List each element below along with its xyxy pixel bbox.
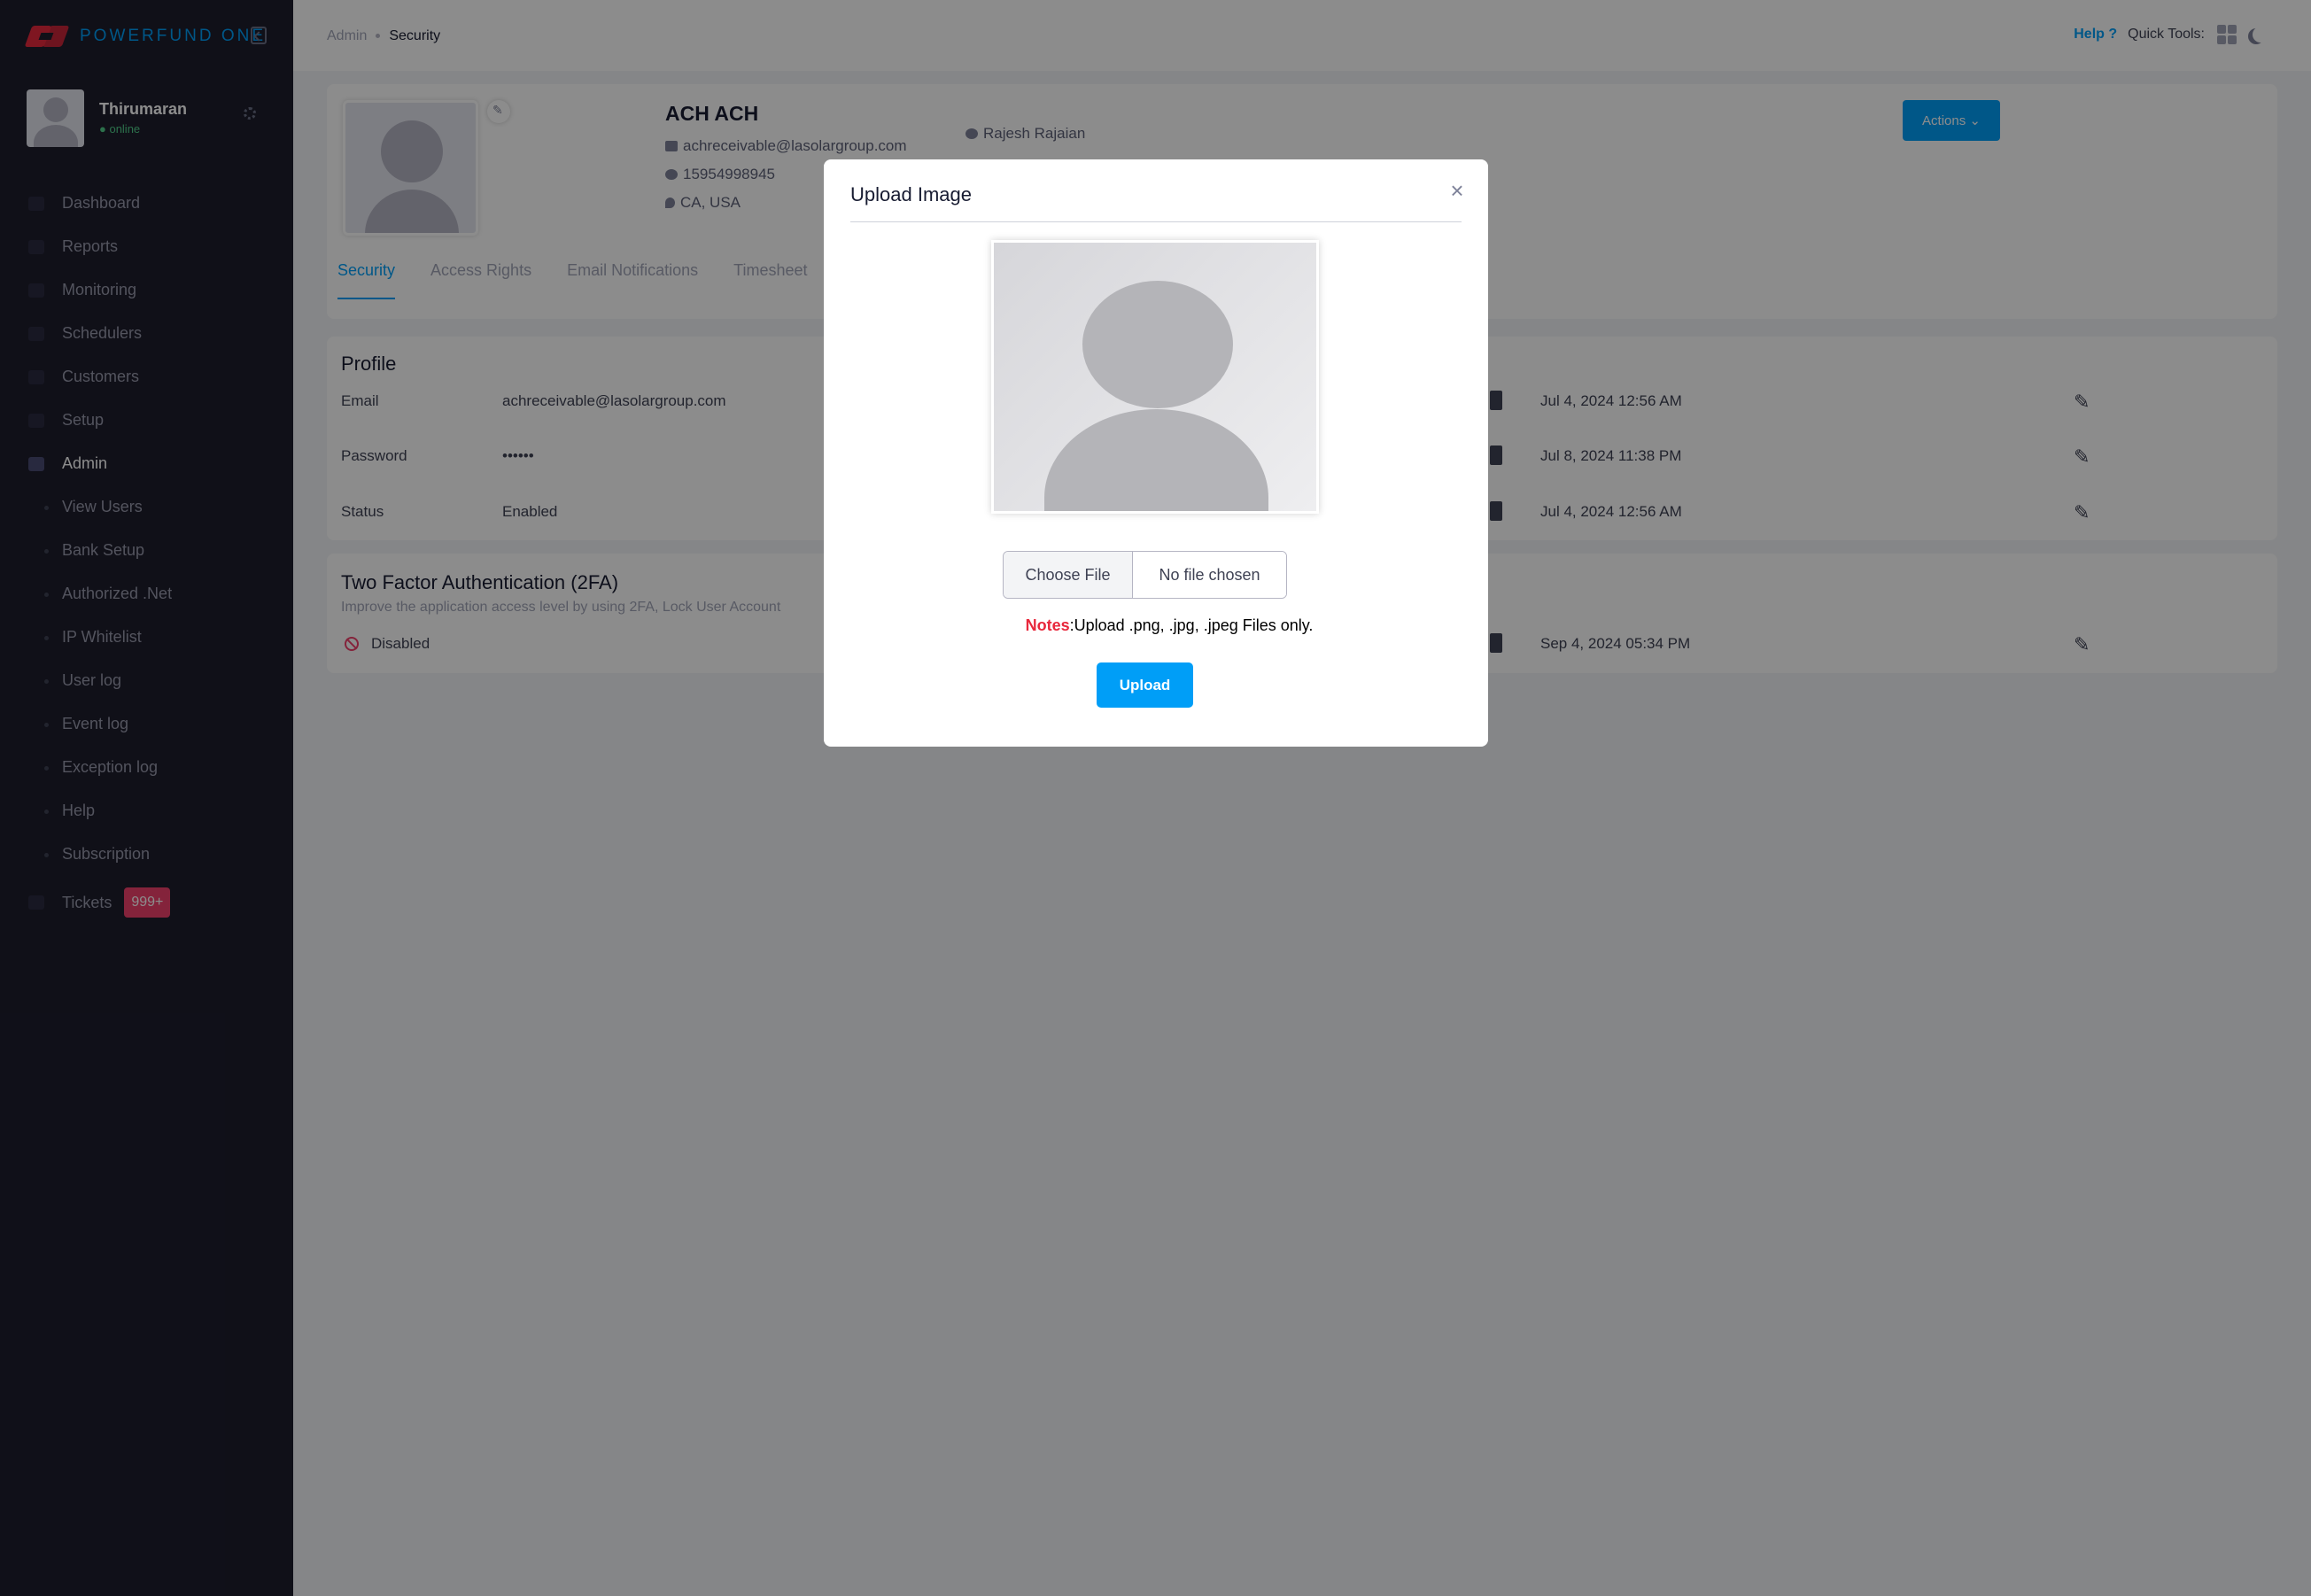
notes: Notes:Upload .png, .jpg, .jpeg Files onl… <box>824 616 1488 635</box>
close-icon[interactable]: × <box>1446 179 1469 202</box>
upload-image-modal: Upload Image × Choose File No file chose… <box>824 159 1488 747</box>
choose-file-button[interactable]: Choose File <box>1004 552 1133 598</box>
file-input[interactable]: Choose File No file chosen <box>1003 551 1287 599</box>
modal-title: Upload Image <box>850 183 972 205</box>
notes-label: Notes <box>1025 616 1070 634</box>
divider <box>850 221 1462 222</box>
notes-text: :Upload .png, .jpg, .jpeg Files only. <box>1069 616 1314 634</box>
image-preview <box>991 240 1319 514</box>
upload-button[interactable]: Upload <box>1097 662 1193 708</box>
file-status: No file chosen <box>1133 552 1286 598</box>
